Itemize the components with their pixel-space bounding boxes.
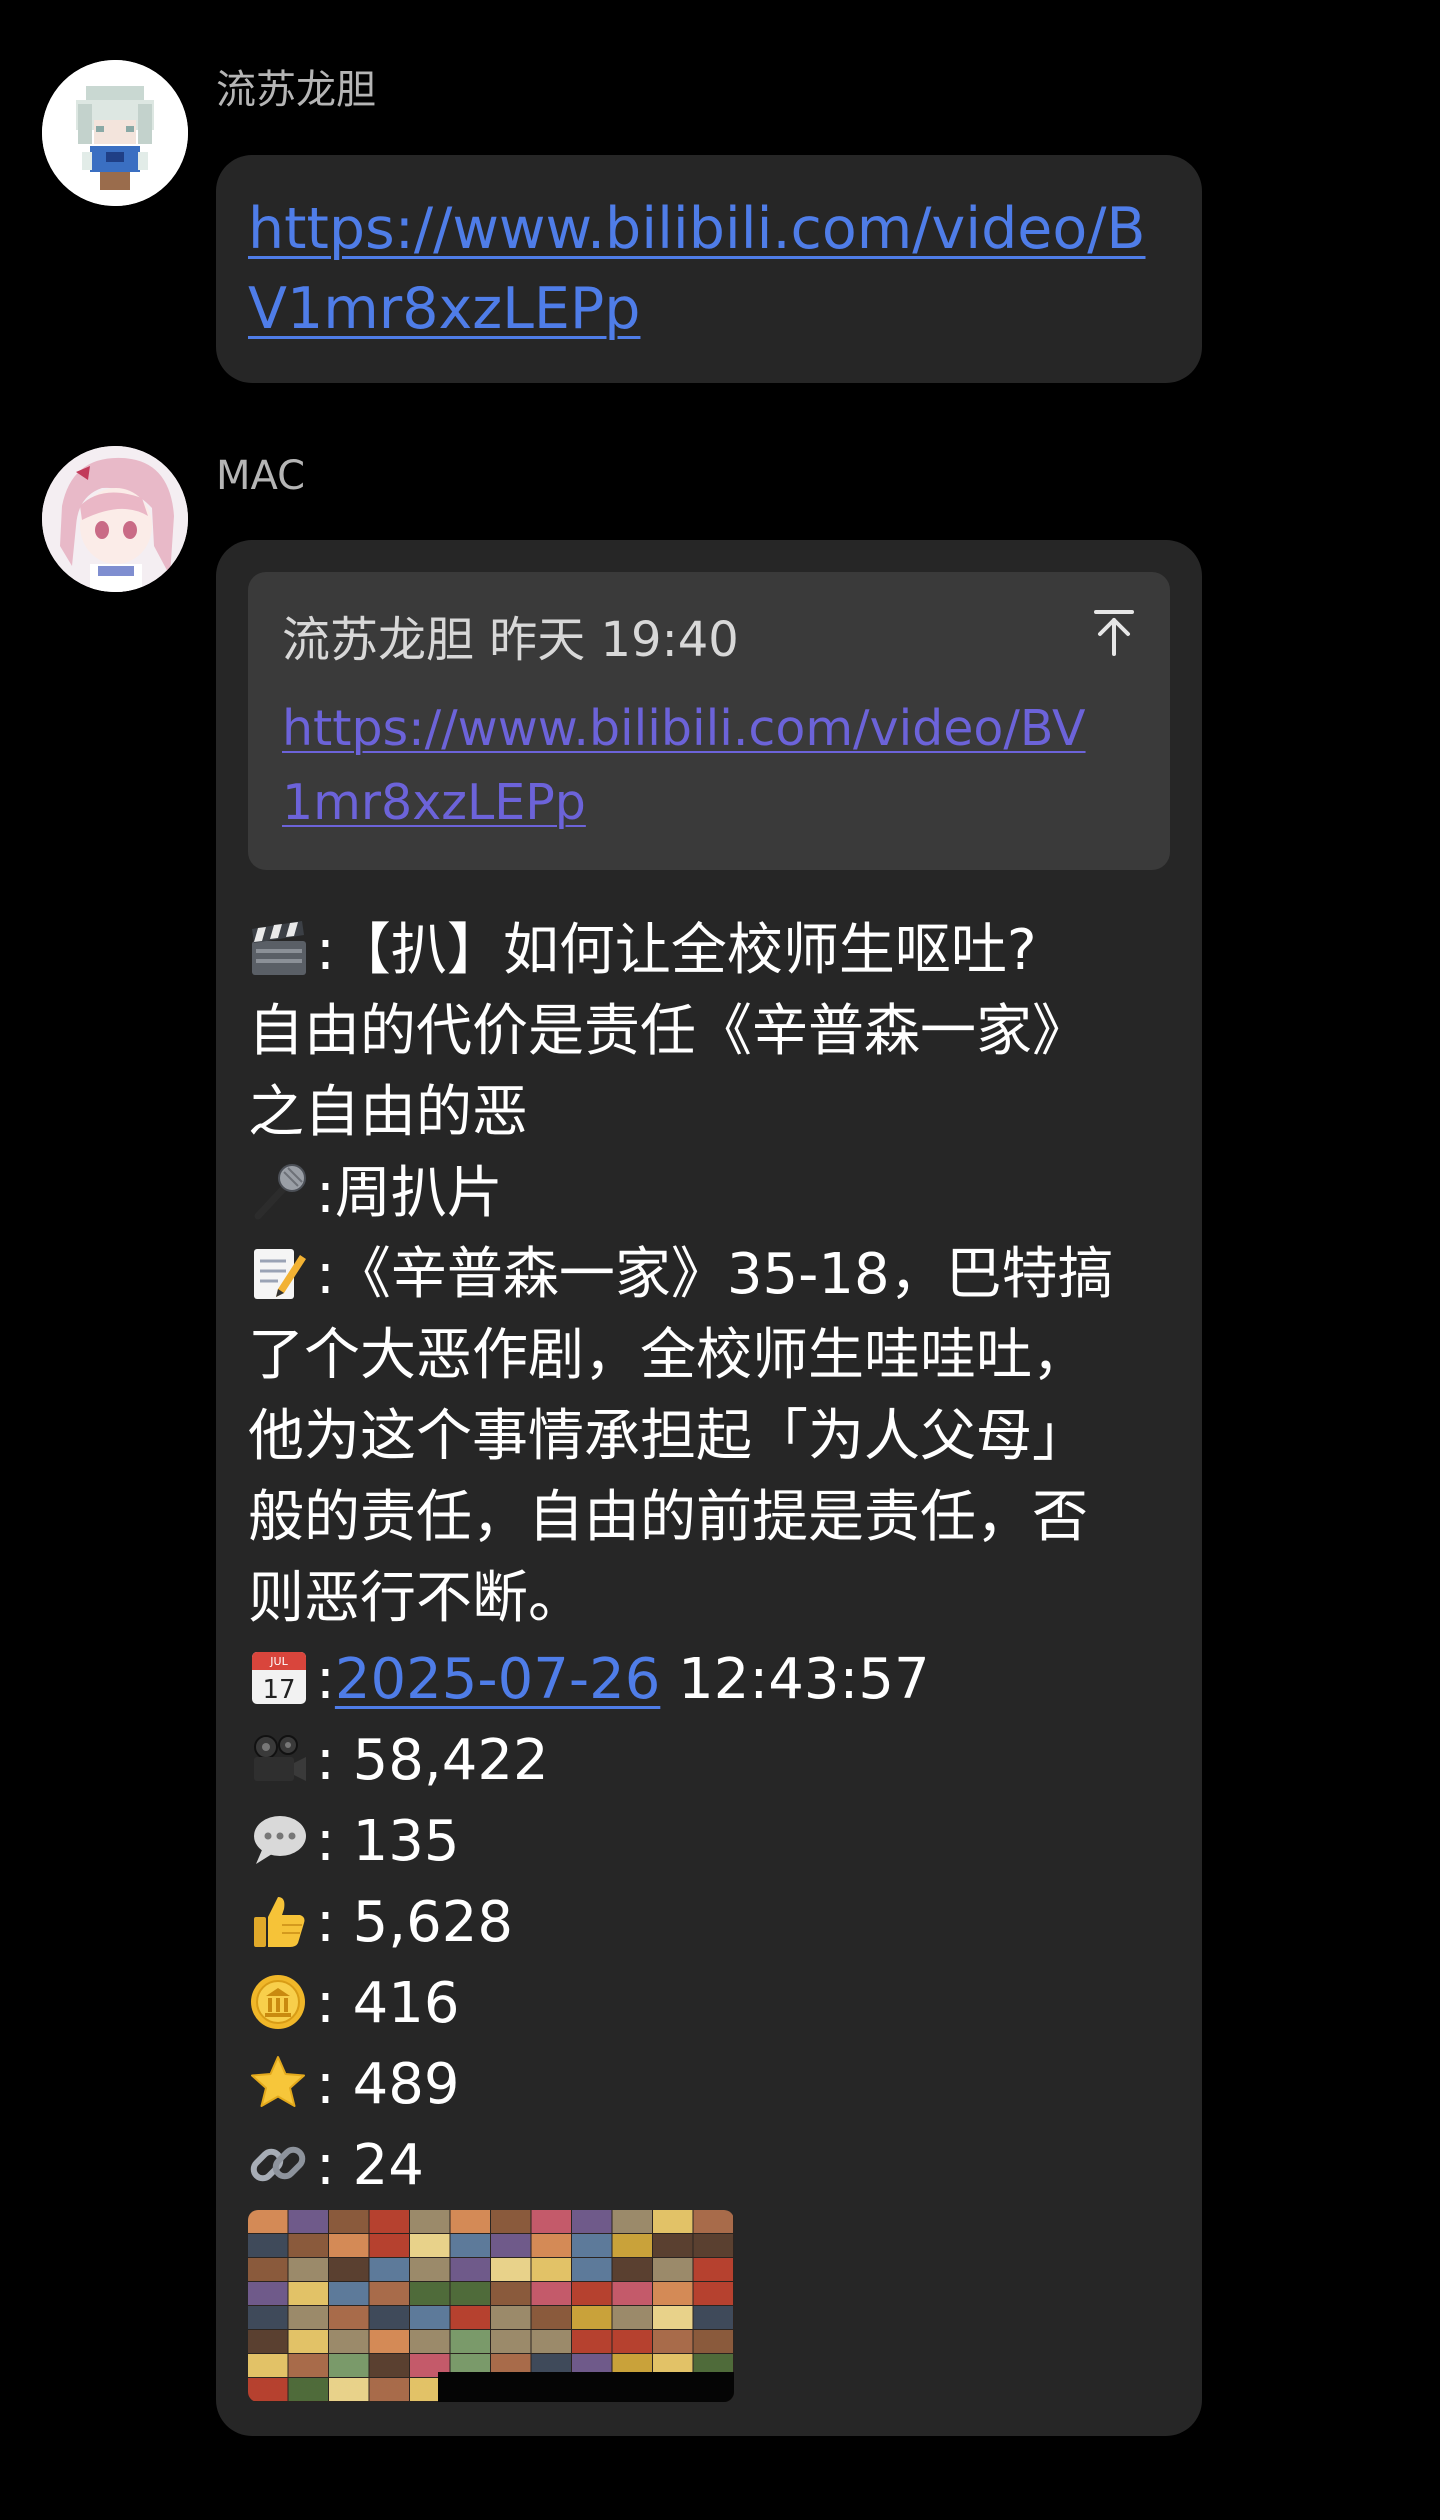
views-line: : 58,422: [248, 1720, 1178, 1801]
title-line-3: 之自由的恶: [248, 1080, 528, 1145]
thumbs-up-icon: [248, 1891, 314, 1951]
avatar[interactable]: [42, 446, 188, 592]
message-bubble[interactable]: 流苏龙胆 昨天 19:40 https://www.bilibili.com/v…: [216, 540, 1202, 2436]
message-bubble[interactable]: https://www.bilibili.com/video/BV1mr8xzL…: [216, 155, 1202, 383]
clapper-icon: [248, 919, 314, 979]
publish-date-line: JUL 17:2025-07-26 12:43:57: [248, 1639, 1178, 1720]
title-line-2: 自由的代价是责任《辛普森一家》: [248, 999, 1088, 1064]
svg-text:17: 17: [262, 1675, 295, 1705]
reply-quote[interactable]: 流苏龙胆 昨天 19:40 https://www.bilibili.com/v…: [248, 572, 1170, 870]
date-prefix: :: [316, 1647, 335, 1712]
desc-line-2: 了个大恶作剧，全校师生哇哇吐，: [248, 1323, 1088, 1388]
favorites-line: : 489: [248, 2044, 1178, 2125]
quoted-video-link[interactable]: https://www.bilibili.com/video/BV1mr8xzL…: [282, 692, 1102, 840]
camera-icon: [248, 1729, 314, 1789]
link-icon: [248, 2134, 314, 2194]
sender-name: MAC: [216, 453, 306, 499]
likes-line: : 5,628: [248, 1882, 1178, 1963]
publish-date-link[interactable]: 2025-07-26: [335, 1647, 660, 1712]
desc-line-1: :《辛普森一家》35-18，巴特搞: [248, 1234, 1178, 1315]
coins-line: : 416: [248, 1963, 1178, 2044]
comments-line: : 135: [248, 1801, 1178, 1882]
star-icon: [248, 2053, 314, 2113]
svg-text:JUL: JUL: [269, 1655, 288, 1668]
coin-icon: [248, 1972, 314, 2032]
uploader-name: :周扒片: [316, 1161, 503, 1226]
video-link[interactable]: https://www.bilibili.com/video/BV1mr8xzL…: [248, 189, 1148, 349]
video-description: :《辛普森一家》35-18，巴特搞: [316, 1242, 1114, 1307]
video-title: :【扒】如何让全校师生呕吐?: [316, 918, 1037, 983]
desc-line-3: 他为这个事情承担起「为人父母」: [248, 1404, 1088, 1469]
calendar-icon: JUL 17: [248, 1648, 314, 1708]
uploader-line: :周扒片: [248, 1153, 1178, 1234]
favorites-count: : 489: [316, 2052, 460, 2117]
title-line-1: :【扒】如何让全校师生呕吐?: [248, 910, 1178, 991]
views-count: : 58,422: [316, 1728, 549, 1793]
memo-icon: [248, 1243, 314, 1303]
desc-line-4: 般的责任，自由的前提是责任，否: [248, 1485, 1088, 1550]
publish-time: 12:43:57: [660, 1647, 930, 1712]
speech-bubble-icon: [248, 1810, 314, 1870]
shares-count: : 24: [316, 2133, 424, 2198]
sender-name: 流苏龙胆: [216, 67, 376, 113]
desc-line-5: 则恶行不断。: [248, 1566, 584, 1631]
video-info-text: :【扒】如何让全校师生呕吐? 自由的代价是责任《辛普森一家》 之自由的恶 :周扒…: [248, 910, 1178, 2206]
likes-count: : 5,628: [316, 1890, 513, 1955]
microphone-icon: [248, 1162, 314, 1222]
shares-line: : 24: [248, 2125, 1178, 2206]
video-thumbnail[interactable]: [248, 2210, 734, 2402]
quote-header: 流苏龙胆 昨天 19:40: [282, 612, 739, 668]
coins-count: : 416: [316, 1971, 460, 2036]
jump-to-top-icon[interactable]: [1092, 608, 1136, 658]
comments-count: : 135: [316, 1809, 460, 1874]
avatar[interactable]: [42, 60, 188, 206]
